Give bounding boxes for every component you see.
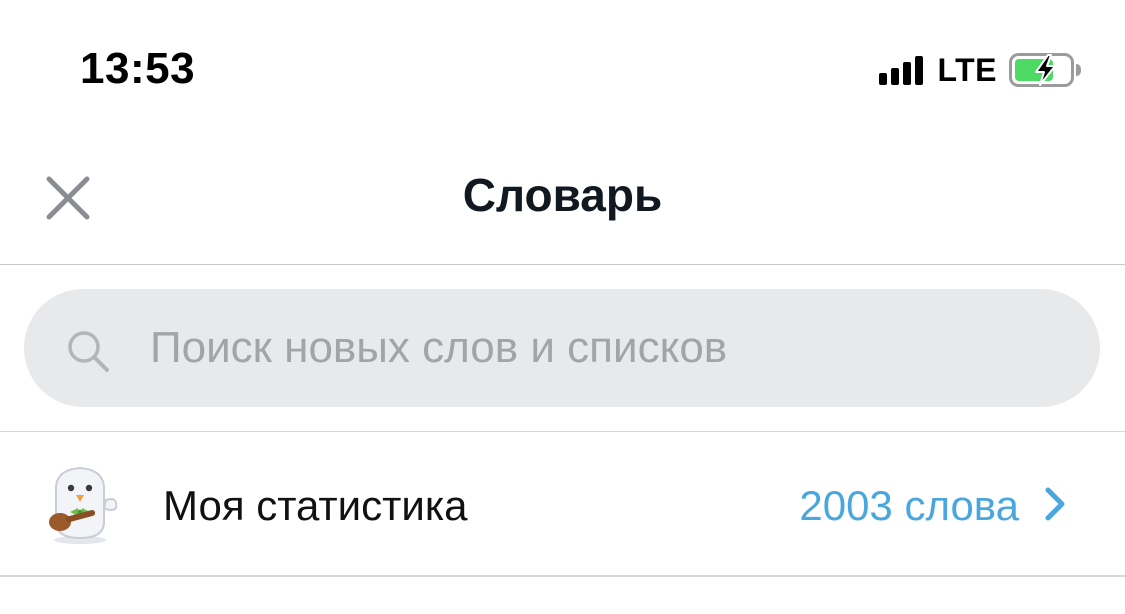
network-label: LTE: [937, 51, 997, 88]
search-box[interactable]: [24, 289, 1100, 407]
signal-icon: [879, 55, 927, 85]
nav-bar: Словарь: [0, 130, 1125, 265]
status-time: 13:53: [80, 44, 196, 93]
battery-charging-icon: [1009, 53, 1081, 87]
status-indicators: LTE: [879, 50, 1083, 90]
page-title: Словарь: [462, 169, 663, 221]
statistics-label: Моя статистика: [163, 482, 468, 529]
my-statistics-row[interactable]: Моя статистика 2003 слова: [0, 432, 1125, 577]
chevron-right-icon: [1045, 487, 1065, 521]
search-input[interactable]: [150, 289, 1050, 407]
word-count-value: 2003 слова: [799, 482, 1019, 529]
search-icon: [68, 331, 109, 372]
search-area: [0, 265, 1125, 432]
status-bar: 13:53 LTE: [0, 0, 1125, 130]
mascot-avatar-icon: [49, 466, 118, 544]
